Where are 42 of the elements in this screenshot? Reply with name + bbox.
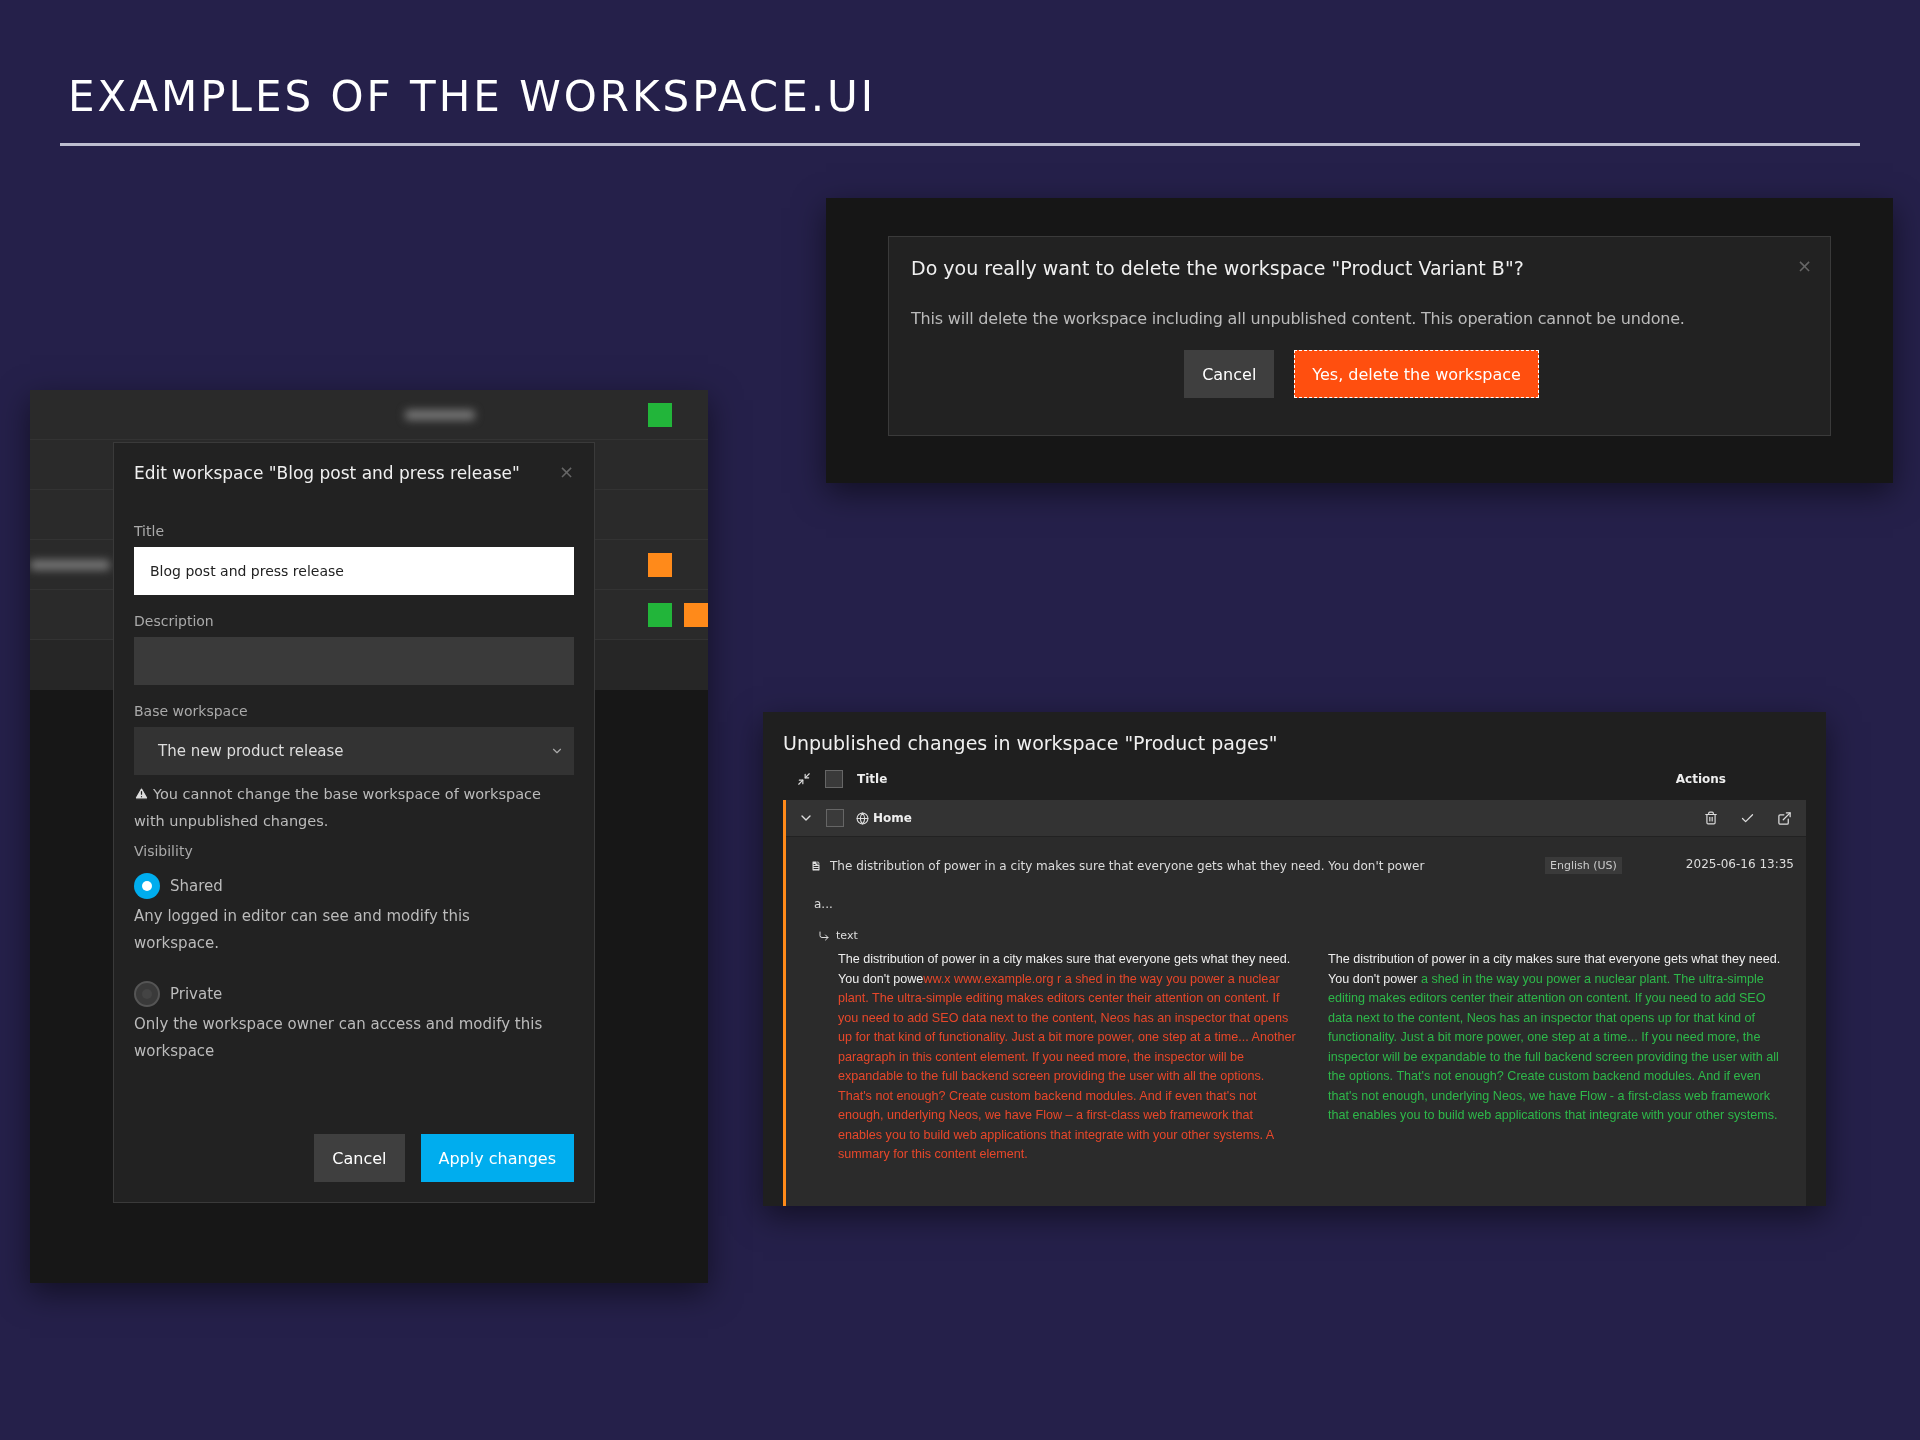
dialog-title: Edit workspace "Blog post and press release" [134, 463, 520, 483]
document-title: Home [873, 811, 912, 825]
cancel-button[interactable]: Cancel [1184, 350, 1275, 398]
change-title: a... [814, 896, 834, 913]
column-header: Title [857, 772, 888, 786]
text-field[interactable]: Blog post and press release [134, 547, 574, 595]
panel-title: Unpublished changes in workspace "Product pages" [783, 732, 1279, 754]
row-checkbox[interactable] [826, 809, 844, 827]
old-text: The distribution of power in a city makes sure that everyone gets what they need. You don't poweww.x www.example.org r a shed in the way you power a nuclear plant. The ultra-simple editing makes editors center their attention on content. If you need to add SEO data next to the content, Neos has an inspector that opens up for that kind of functionality. Just a bit more power, one step at a time... Another paragraph in this content element. If you need more, the inspector will be expandable to the full backend screen providing the user with all the options. That's not enough? Create custom backend modules. And if even that's not enough, underlying Neos, we have Flow – a first-class web framework that enables you to build web applications that integrate with your other systems. A summary for this content element. [838, 951, 1297, 1163]
radio-label: Shared [170, 877, 223, 895]
language-tag: English (US) [1545, 857, 1622, 874]
property-name: text [836, 929, 858, 942]
cancel-button[interactable]: Cancel [314, 1134, 405, 1182]
select-all-checkbox[interactable] [825, 770, 843, 788]
dialog-message: This will delete the workspace including all unpublished content. This operation cannot be undone. [911, 309, 1686, 328]
warning-text: You cannot change the base workspace of workspace with unpublished changes. [134, 785, 542, 831]
arrow-icon [818, 929, 830, 942]
radio-button[interactable] [134, 873, 160, 899]
blurred-text [405, 409, 475, 420]
document-icon [810, 860, 822, 872]
change-title: The distribution of power in a city makes sure that everyone gets what they need. You don't power [830, 858, 1425, 875]
radio-button[interactable] [134, 981, 160, 1007]
field-label: Base workspace [134, 703, 249, 719]
document-row[interactable]: Home [786, 800, 1806, 837]
collapse-icon[interactable] [797, 772, 811, 786]
dialog-title: Do you really want to delete the workspace "Product Variant B"? [911, 257, 1524, 279]
option-description: Any logged in editor can see and modify this workspace. [134, 906, 471, 954]
text-field[interactable] [134, 637, 574, 685]
warning-icon [134, 786, 149, 801]
slide-title: EXAMPLES OF THE WORKSPACE.UI [68, 72, 877, 121]
field-label: Title [134, 523, 165, 539]
radio-label: Private [170, 985, 223, 1003]
field-label: Visibility [134, 843, 194, 859]
globe-icon [856, 811, 869, 825]
select-field[interactable]: The new product release [134, 727, 574, 775]
external-link-icon[interactable] [1777, 810, 1792, 826]
delete-icon[interactable] [1704, 810, 1718, 825]
new-text: The distribution of power in a city makes sure that everyone gets what they need. You don't power a shed in the way you power a nuclear plant. The ultra-simple editing makes editors center their attention on content. If you need to add SEO data next to the content, Neos has an inspector that opens up for that kind of functionality. Just a bit more power, one step at a time... If you need more, the inspector will be expandable to the full backend screen providing the user with all the options. That's not enough? Create custom backend modules. And if even that's not enough, underlying Neos, we have Flow - a first-class web framework that enables you to build web applications that integrate with your other systems. [1328, 951, 1782, 1124]
field-label: Description [134, 613, 215, 629]
column-header: Actions [1675, 772, 1726, 786]
option-description: Only the workspace owner can access and modify this workspace [134, 1014, 544, 1062]
change-date: 2025-06-16 13:35 [1685, 857, 1794, 871]
